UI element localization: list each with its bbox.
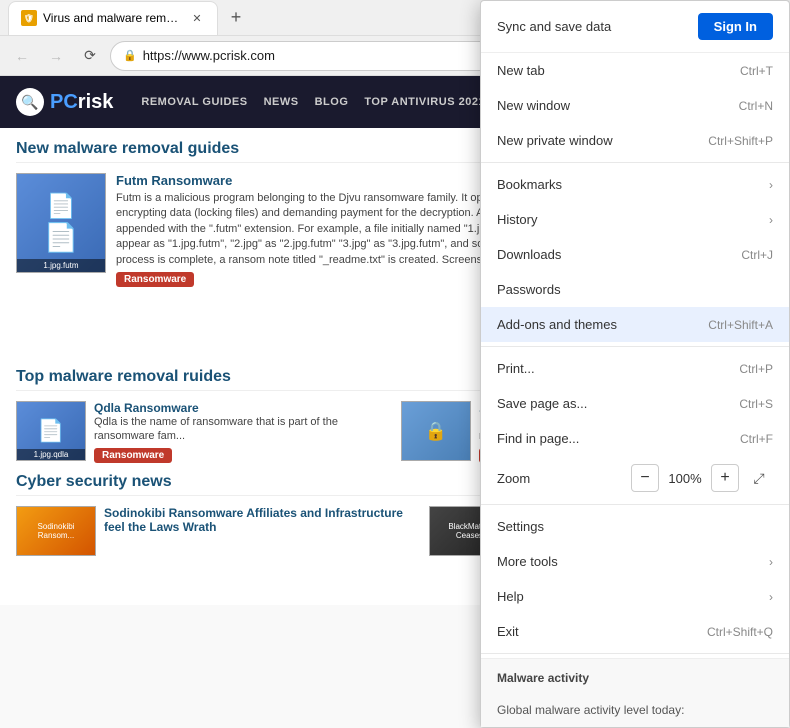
site-logo[interactable]: 🔍 PCrisk xyxy=(16,88,113,116)
qdla-info: Qdla Ransomware Qdla is the name of rans… xyxy=(94,401,389,463)
menu-divider-3 xyxy=(481,504,789,505)
qdla-thumb-label: 1.jpg.qdla xyxy=(17,449,85,460)
main-area: 🔍 PCrisk REMOVAL GUIDES NEWS BLOG TOP AN… xyxy=(0,76,790,605)
forward-button[interactable]: → xyxy=(42,42,70,70)
futm-badge: Ransomware xyxy=(116,272,194,287)
menu-item-settings[interactable]: Settings xyxy=(481,509,789,544)
tab-close-button[interactable]: ✕ xyxy=(189,10,205,26)
menu-divider-1 xyxy=(481,162,789,163)
nav-antivirus[interactable]: TOP ANTIVIRUS 2021 xyxy=(364,96,485,108)
futm-thumb: 📄 1.jpg.futm xyxy=(16,173,106,273)
menu-item-passwords[interactable]: Passwords xyxy=(481,272,789,307)
futm-thumb-label: 1.jpg.futm xyxy=(17,259,105,272)
qdla-desc: Qdla is the name of ransomware that is p… xyxy=(94,415,389,444)
tab-title: Virus and malware removal inst... xyxy=(43,11,183,25)
browser-menu-dropdown: Sync and save data Sign In New tab Ctrl+… xyxy=(480,76,790,605)
qdla-article[interactable]: 📄 1.jpg.qdla Qdla Ransomware Qdla is the… xyxy=(16,401,389,463)
menu-item-save-page[interactable]: Save page as... Ctrl+S xyxy=(481,386,789,421)
menu-item-help[interactable]: Help › xyxy=(481,579,789,605)
logo-pc: PC xyxy=(50,91,78,113)
menu-item-new-window[interactable]: New window Ctrl+N xyxy=(481,88,789,123)
lock-icon: 🔒 xyxy=(123,49,137,62)
logo-icon: 🔍 xyxy=(16,88,44,116)
sodinokibi-info: Sodinokibi Ransomware Affiliates and Inf… xyxy=(104,506,417,556)
new-tab-button[interactable]: + xyxy=(222,4,250,32)
zoom-in-button[interactable]: + xyxy=(711,464,739,492)
menu-item-downloads[interactable]: Downloads Ctrl+J xyxy=(481,237,789,272)
menu-item-new-tab[interactable]: New tab Ctrl+T xyxy=(481,76,789,88)
nav-news[interactable]: NEWS xyxy=(264,96,299,108)
menu-item-more-tools[interactable]: More tools › xyxy=(481,544,789,579)
qdla-thumb: 📄 1.jpg.qdla xyxy=(16,401,86,461)
reload-button[interactable]: ⟳ xyxy=(76,42,104,70)
menu-item-addons[interactable]: Add-ons and themes Ctrl+Shift+A xyxy=(481,307,789,342)
menu-item-find[interactable]: Find in page... Ctrl+F xyxy=(481,421,789,456)
menu-item-print[interactable]: Print... Ctrl+P xyxy=(481,351,789,386)
active-tab[interactable]: 🛡 Virus and malware removal inst... ✕ xyxy=(8,1,218,35)
zoom-controls: − 100% + ⤢ xyxy=(631,464,773,492)
nav-blog[interactable]: BLOG xyxy=(315,96,349,108)
menu-item-new-private-window[interactable]: New private window Ctrl+Shift+P xyxy=(481,123,789,158)
menu-zoom-row: Zoom − 100% + ⤢ xyxy=(481,456,789,500)
sodinokibi-article[interactable]: Sodinokibi Ransom... Sodinokibi Ransomwa… xyxy=(16,506,417,556)
sodinokibi-thumb: Sodinokibi Ransom... xyxy=(16,506,96,556)
menu-item-history[interactable]: History › xyxy=(481,202,789,237)
zoom-fullscreen-button[interactable]: ⤢ xyxy=(745,464,773,492)
nav-removal-guides[interactable]: REMOVAL GUIDES xyxy=(141,96,247,108)
sodinokibi-title: Sodinokibi Ransomware Affiliates and Inf… xyxy=(104,506,417,534)
menu-divider-2 xyxy=(481,346,789,347)
qdla-badge: Ransomware xyxy=(94,448,172,463)
qdla-title: Qdla Ransomware xyxy=(94,401,389,415)
back-button[interactable]: ← xyxy=(8,42,36,70)
zoom-out-button[interactable]: − xyxy=(631,464,659,492)
google-ransomware-thumb: 🔒 xyxy=(401,401,471,461)
zoom-value: 100% xyxy=(665,471,705,486)
sodinokibi-thumb-text: Sodinokibi Ransom... xyxy=(21,522,91,540)
tab-favicon: 🛡 xyxy=(21,10,37,26)
menu-item-bookmarks[interactable]: Bookmarks › xyxy=(481,167,789,202)
logo-risk: risk xyxy=(78,91,114,113)
tab-bar: 🛡 Virus and malware removal inst... ✕ + xyxy=(8,0,250,36)
